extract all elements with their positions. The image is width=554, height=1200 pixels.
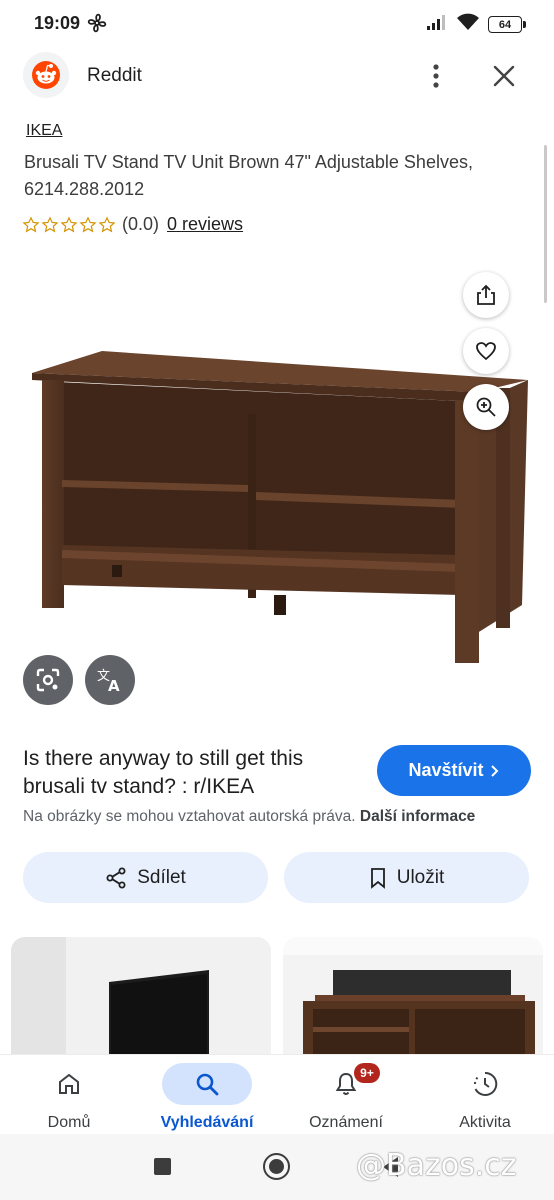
close-icon[interactable]: [488, 60, 520, 92]
rating-row: (0.0) 0 reviews: [22, 214, 243, 235]
recents-button[interactable]: [154, 1158, 171, 1175]
tv-stand-thumbnail-image: [283, 937, 543, 1054]
tv-thumbnail-image: [11, 937, 271, 1054]
share-icon[interactable]: [463, 272, 509, 318]
product-title: Brusali TV Stand TV Unit Brown 47" Adjus…: [24, 152, 473, 199]
more-info-link[interactable]: Další informace: [360, 808, 475, 825]
battery-indicator: 64: [488, 16, 526, 33]
app-name: Reddit: [87, 65, 142, 86]
notification-badge: 9+: [354, 1063, 380, 1083]
star-outline-icon: [60, 215, 78, 232]
save-button[interactable]: Uložit: [284, 852, 529, 903]
watermark-text: @Bazos.cz: [356, 1148, 517, 1183]
bell-icon: 9+: [301, 1063, 391, 1105]
chevron-right-icon: [490, 764, 498, 777]
copyright-notice: Na obrázky se mohou vztahovat autorská p…: [23, 808, 475, 826]
home-button[interactable]: [263, 1153, 290, 1180]
star-outline-icon: [98, 215, 116, 232]
share-nodes-icon: [106, 867, 126, 888]
related-image-thumbnail[interactable]: [283, 937, 543, 1054]
copyright-text: Na obrázky se mohou vztahovat autorská p…: [23, 808, 356, 825]
star-outline-icon: [79, 215, 97, 232]
wifi-icon: [456, 13, 480, 36]
share-button[interactable]: Sdílet: [23, 852, 268, 903]
fan-icon: [86, 12, 108, 39]
star-outline-icon: [41, 215, 59, 232]
visit-button-label: Navštívit: [408, 760, 484, 780]
translate-icon[interactable]: 文A: [85, 655, 135, 705]
nav-activity-label: Aktivita: [459, 1114, 511, 1131]
nav-home[interactable]: Domů: [4, 1055, 134, 1135]
status-time: 19:09: [34, 13, 81, 33]
status-bar: 19:09 64: [0, 0, 554, 48]
brand-link[interactable]: IKEA: [26, 122, 62, 140]
status-indicators: 64: [426, 13, 526, 36]
share-button-label: Sdílet: [137, 866, 186, 888]
save-button-label: Uložit: [396, 866, 445, 888]
star-outline-icon: [22, 215, 40, 232]
bookmark-icon: [370, 867, 385, 889]
nav-search[interactable]: Vyhledávání: [142, 1055, 272, 1135]
lens-icon[interactable]: [23, 655, 73, 705]
svg-text:A: A: [108, 677, 120, 693]
search-icon: [162, 1063, 252, 1105]
activity-icon: [440, 1063, 530, 1105]
app-header: Reddit: [0, 50, 554, 102]
source-title[interactable]: Is there anyway to still get this brusal…: [23, 745, 368, 801]
nav-notifications-label: Oznámení: [309, 1114, 383, 1131]
nav-search-label: Vyhledávání: [160, 1114, 254, 1131]
bottom-nav: Domů Vyhledávání 9+ Oznámení Aktivita: [0, 1054, 554, 1134]
visit-button[interactable]: Navštívit: [377, 745, 531, 796]
reddit-logo-icon: [23, 52, 69, 98]
zoom-in-icon[interactable]: [463, 384, 509, 430]
nav-home-label: Domů: [47, 1114, 91, 1131]
home-icon: [24, 1063, 114, 1105]
more-vert-icon[interactable]: [424, 60, 448, 92]
scrollbar[interactable]: [544, 145, 547, 303]
signal-icon: [426, 13, 448, 36]
rating-stars: [22, 215, 116, 234]
reviews-link[interactable]: 0 reviews: [167, 214, 243, 235]
nav-notifications[interactable]: 9+ Oznámení: [281, 1055, 411, 1135]
product-image-area[interactable]: 文A: [0, 145, 554, 730]
rating-value: (0.0): [122, 214, 160, 234]
heart-icon[interactable]: [463, 328, 509, 374]
related-image-thumbnail[interactable]: [11, 937, 271, 1054]
nav-activity[interactable]: Aktivita: [420, 1055, 550, 1135]
